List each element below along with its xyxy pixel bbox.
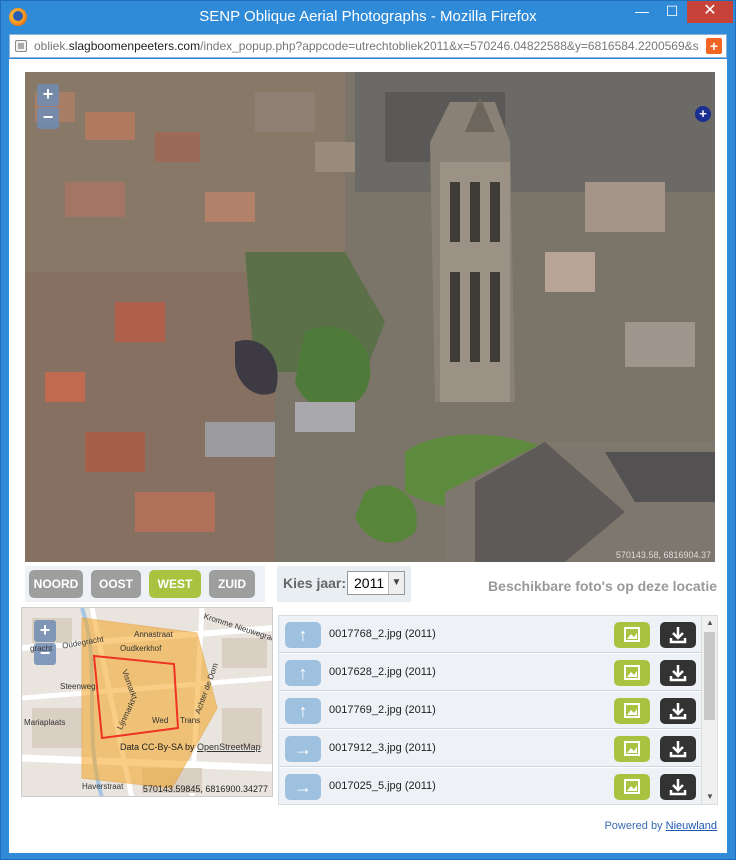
list-item: ↑ 0017768_2.jpg (2011) (279, 616, 701, 653)
download-icon[interactable] (660, 622, 696, 648)
year-selector: Kies jaar: 2011 ▼ (277, 566, 411, 602)
photo-zoom-in-button[interactable]: + (37, 84, 59, 106)
list-item: ↑ 0017769_2.jpg (2011) (279, 692, 701, 729)
available-photos-heading: Beschikbare foto's op deze locatie (488, 578, 717, 594)
direction-west-button[interactable]: WEST (149, 570, 201, 598)
download-glyph (669, 627, 687, 644)
street-label: Mariaplaats (24, 718, 66, 727)
view-photo-icon (624, 741, 640, 756)
view-photo-icon (624, 665, 640, 680)
image-icon[interactable] (614, 774, 650, 800)
photo-zoom-out-button[interactable]: − (37, 107, 59, 129)
street-label: gracht (30, 644, 53, 653)
download-icon[interactable] (660, 774, 696, 800)
powered-by-label: Powered by (604, 820, 663, 832)
direction-oost-button[interactable]: OOST (91, 570, 141, 598)
window-title: SENP Oblique Aerial Photographs - Mozill… (199, 8, 537, 25)
download-glyph (669, 665, 687, 682)
scroll-thumb[interactable] (704, 632, 715, 720)
map-attribution-prefix: Data CC-By-SA by (120, 742, 195, 752)
direction-arrow-icon[interactable]: ↑ (285, 622, 321, 648)
url-domain: slagboomenpeeters.com (68, 39, 201, 53)
street-label: Steenweg (60, 682, 96, 691)
aerial-photo-viewer[interactable]: + − + 570143.58, 6816904.37 (25, 72, 715, 562)
street-label: Haverstraat (82, 782, 124, 791)
photo-list-scrollbar[interactable]: ▲ ▼ (701, 616, 717, 804)
url-prefix: obliek. (34, 39, 69, 53)
street-label: Annastraat (134, 630, 173, 639)
photo-coordinates: 570143.58, 6816904.37 (615, 550, 711, 560)
url-text[interactable]: obliek.slagboomenpeeters.com/index_popup… (34, 39, 699, 53)
direction-selector: NOORD OOST WEST ZUID (25, 566, 265, 602)
page-icon (15, 40, 27, 52)
addon-plus-icon[interactable]: + (706, 38, 722, 54)
photo-expand-button[interactable]: + (695, 106, 711, 122)
scroll-down-icon[interactable]: ▼ (702, 790, 717, 804)
photo-filename: 0017768_2.jpg (2011) (329, 628, 436, 640)
download-icon[interactable] (660, 698, 696, 724)
download-glyph (669, 741, 687, 758)
browser-window: SENP Oblique Aerial Photographs - Mozill… (0, 0, 736, 860)
view-photo-icon (624, 627, 640, 642)
street-label: Oudkerkhof (120, 644, 162, 653)
street-label: Trans (180, 716, 201, 725)
download-glyph (669, 779, 687, 796)
photo-filename: 0017912_3.jpg (2011) (329, 742, 436, 754)
photo-filename: 0017025_5.jpg (2011) (329, 780, 436, 792)
image-icon[interactable] (614, 660, 650, 686)
minimize-button[interactable]: — (627, 1, 657, 23)
scroll-up-icon[interactable]: ▲ (702, 616, 717, 630)
chevron-down-icon: ▼ (388, 572, 404, 594)
page-content: + − + 570143.58, 6816904.37 NOORD OOST W… (9, 59, 727, 853)
list-item: → 0017025_5.jpg (2011) (279, 768, 701, 804)
url-path: /index_popup.php?appcode=utrechtobliek20… (200, 39, 699, 53)
direction-arrow-icon[interactable]: → (285, 736, 321, 762)
title-bar: SENP Oblique Aerial Photographs - Mozill… (1, 1, 735, 33)
download-icon[interactable] (660, 736, 696, 762)
direction-arrow-icon[interactable]: ↑ (285, 660, 321, 686)
map-zoom-in-button[interactable]: + (34, 620, 56, 642)
year-dropdown[interactable]: 2011 ▼ (347, 571, 405, 595)
nieuwland-link[interactable]: Nieuwland (666, 820, 717, 832)
map-coordinates: 570143.59845, 6816900.34277 (142, 784, 268, 794)
download-icon[interactable] (660, 660, 696, 686)
photo-list: ↑ 0017768_2.jpg (2011) ↑ 0017628_2.jpg (… (278, 615, 718, 805)
photo-filename: 0017769_2.jpg (2011) (329, 704, 436, 716)
location-minimap[interactable]: + − Annastraat Oudkerkhof Kromme Nieuweg… (21, 607, 273, 797)
aerial-photo-image (25, 72, 715, 562)
image-icon[interactable] (614, 736, 650, 762)
close-button[interactable]: ✕ (687, 1, 733, 23)
maximize-button[interactable]: ☐ (657, 1, 687, 23)
osm-link[interactable]: OpenStreetMap (197, 742, 261, 752)
direction-arrow-icon[interactable]: → (285, 774, 321, 800)
address-bar[interactable]: obliek.slagboomenpeeters.com/index_popup… (9, 34, 727, 58)
list-item: → 0017912_3.jpg (2011) (279, 730, 701, 767)
download-glyph (669, 703, 687, 720)
powered-by: Powered by Nieuwland (604, 820, 717, 832)
list-item: ↑ 0017628_2.jpg (2011) (279, 654, 701, 691)
view-photo-icon (624, 779, 640, 794)
year-label: Kies jaar: (283, 575, 347, 591)
image-icon[interactable] (614, 698, 650, 724)
photo-filename: 0017628_2.jpg (2011) (329, 666, 436, 678)
view-photo-icon (624, 703, 640, 718)
direction-arrow-icon[interactable]: ↑ (285, 698, 321, 724)
direction-zuid-button[interactable]: ZUID (209, 570, 255, 598)
map-attribution: Data CC-By-SA by OpenStreetMap (120, 742, 261, 752)
image-icon[interactable] (614, 622, 650, 648)
year-value: 2011 (354, 575, 385, 591)
direction-noord-button[interactable]: NOORD (29, 570, 83, 598)
street-label: Wed (152, 716, 169, 725)
